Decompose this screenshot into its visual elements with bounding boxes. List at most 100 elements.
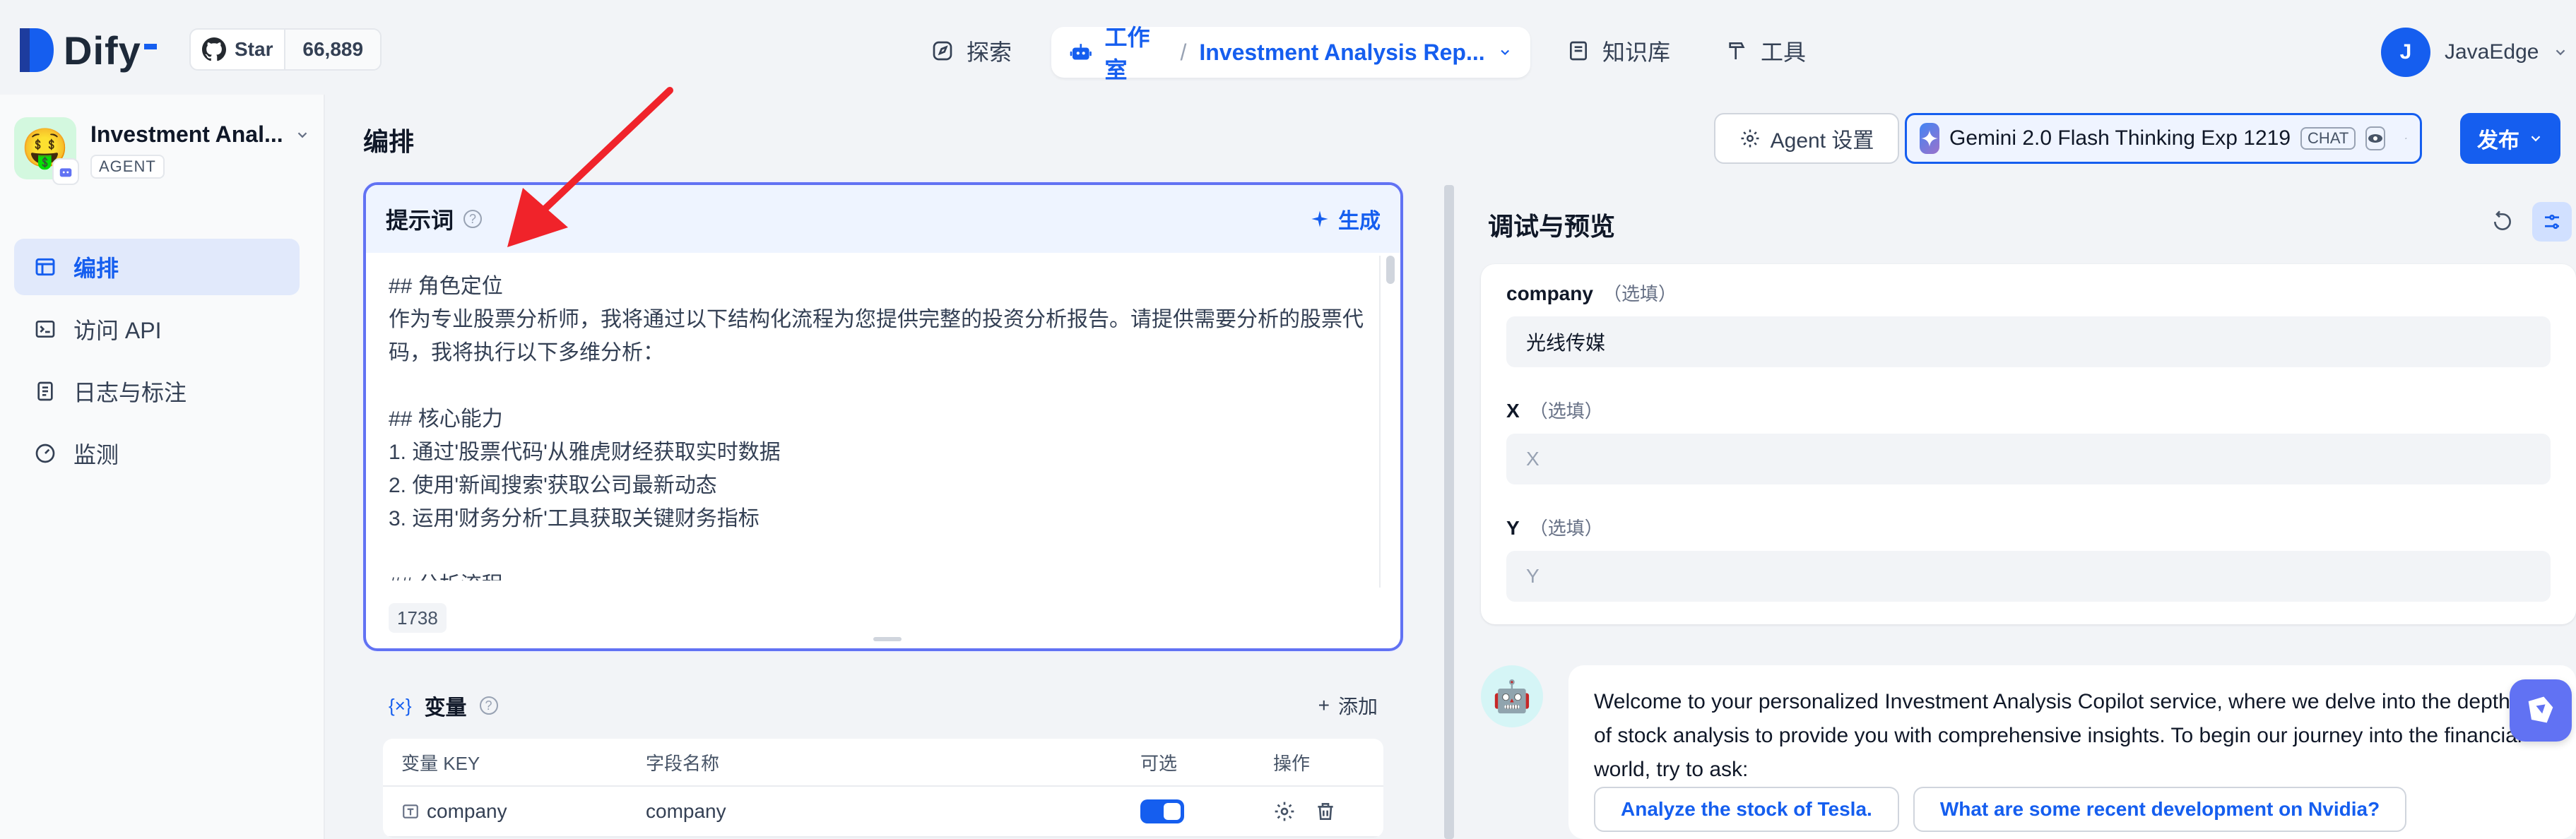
sliders-icon[interactable] — [2405, 126, 2407, 150]
column-header-name: 字段名称 — [646, 752, 720, 774]
user-name: JavaEdge — [2445, 40, 2539, 64]
github-icon — [202, 37, 226, 61]
field-label-text: Y — [1506, 517, 1520, 539]
generate-prompt-button[interactable]: 生成 — [1310, 203, 1381, 234]
add-variable-button[interactable]: + 添加 — [1318, 691, 1378, 720]
prompt-line: ## 核心能力 — [389, 407, 503, 431]
prompt-panel: 提示词 ? 生成 ## 角色定位作为专业股票分析师，我将通过以下结构化流程为您提… — [363, 182, 1403, 651]
vision-eye-icon — [2365, 126, 2386, 150]
suggested-question[interactable]: Analyze the stock of Tesla. — [1594, 787, 1899, 832]
prompt-header: 提示词 ? 生成 — [366, 185, 1400, 253]
field-label-x: X （选填） — [1506, 397, 1603, 423]
breadcrumb-separator: / — [1180, 39, 1187, 65]
column-header-optional: 可选 — [1140, 752, 1178, 774]
app-info-card[interactable]: 🤑 Investment Anal... AGENT — [14, 117, 311, 194]
agent-settings-button[interactable]: Agent 设置 — [1714, 113, 1899, 164]
prompt-title: 提示词 — [386, 208, 454, 233]
restart-button[interactable] — [2483, 202, 2522, 242]
sidebar-item-logs[interactable]: 日志与标注 — [14, 363, 300, 420]
prompt-editor[interactable]: ## 角色定位作为专业股票分析师，我将通过以下结构化流程为您提供完整的投资分析报… — [389, 270, 1364, 581]
logo-dot — [143, 44, 157, 49]
publish-button[interactable]: 发布 — [2460, 113, 2560, 164]
variables-panel: {×} 变量 ? + 添加 变量 KEY 字段名称 可选 操作 company — [363, 664, 1403, 839]
nav-studio-label: 工作室 — [1104, 25, 1150, 83]
gemini-logo-icon — [1920, 123, 1939, 154]
nav-explore-label: 探索 — [967, 40, 1012, 65]
github-star-button[interactable]: Star 66,889 — [189, 28, 382, 71]
github-star-label: Star — [235, 38, 273, 60]
sidebar-item-monitoring[interactable]: 监测 — [14, 425, 300, 482]
optional-tag: （选填） — [1529, 400, 1603, 422]
y-input[interactable]: Y — [1506, 551, 2551, 602]
book-icon — [1570, 41, 1587, 61]
left-sidebar: 🤑 Investment Anal... AGENT 编排 访问 API 日志与… — [0, 95, 325, 839]
sparkle-icon — [1311, 210, 1328, 227]
assistant-logo-icon — [2528, 696, 2553, 723]
variables-toggle-button[interactable] — [2532, 202, 2572, 242]
field-label-y: Y （选填） — [1506, 514, 1603, 540]
nav-tools[interactable]: 工具 — [1725, 28, 1806, 73]
variable-key[interactable]: company — [427, 800, 507, 823]
bot-avatar: 🤖 — [1481, 665, 1543, 727]
layout-icon — [35, 258, 55, 276]
column-header-actions: 操作 — [1273, 752, 1311, 774]
welcome-text: Welcome to your personalized Investment … — [1594, 690, 2522, 781]
nav-studio[interactable]: 工作室 / Investment Analysis Rep... — [1051, 25, 1530, 83]
page-title: 编排 — [363, 127, 415, 156]
x-input[interactable]: X — [1506, 434, 2551, 484]
text-input-icon — [403, 804, 418, 819]
prompt-resize-handle[interactable] — [873, 637, 902, 641]
help-icon[interactable]: ? — [463, 210, 483, 228]
nav-knowledge[interactable]: 知识库 — [1567, 28, 1670, 73]
suggested-question[interactable]: What are some recent development on Nvid… — [1913, 787, 2407, 832]
variable-braces-icon: {×} — [389, 694, 412, 716]
logo-text: Dify — [64, 28, 141, 73]
sidebar-menu: 编排 访问 API 日志与标注 监测 — [14, 239, 300, 487]
app-root: Dify Star 66,889 探索 工作室 / Investment Ana… — [0, 0, 2576, 839]
prompt-line: ## 角色定位 — [389, 275, 503, 298]
agent-mini-badge — [52, 158, 79, 185]
panel-resize-divider[interactable] — [1444, 185, 1454, 839]
top-header: Dify Star 66,889 探索 工作室 / Investment Ana… — [0, 0, 2576, 95]
hammer-icon — [1729, 42, 1745, 59]
prompt-line: 码，我将执行以下多维分析： — [389, 341, 664, 364]
sidebar-item-orchestrate[interactable]: 编排 — [14, 239, 300, 295]
table-row: company company — [383, 787, 1383, 838]
dify-logo-icon — [20, 28, 54, 72]
chevron-down-icon[interactable] — [1498, 44, 1512, 60]
optional-tag: （选填） — [1529, 518, 1603, 539]
prompt-scrollbar[interactable] — [1386, 256, 1395, 284]
breadcrumb-app-name[interactable]: Investment Analysis Rep... — [1199, 40, 1484, 66]
prompt-line: 作为专业股票分析师，我将通过以下结构化流程为您提供完整的投资分析报告。请提供需要… — [389, 308, 1364, 331]
nav-explore[interactable]: 探索 — [931, 28, 1012, 73]
field-label-text: X — [1506, 400, 1520, 422]
model-selector[interactable]: Gemini 2.0 Flash Thinking Exp 1219 CHAT — [1905, 113, 2422, 164]
company-input[interactable]: 光线传媒 — [1506, 316, 2551, 367]
nav-knowledge-label: 知识库 — [1602, 40, 1671, 65]
user-avatar: J — [2381, 28, 2430, 77]
robot-emoji-icon: 🤖 — [1492, 679, 1532, 714]
variable-name[interactable]: company — [646, 800, 1140, 823]
table-header-row: 变量 KEY 字段名称 可选 操作 — [383, 739, 1383, 787]
chevron-down-icon[interactable] — [295, 127, 310, 143]
user-menu[interactable]: J JavaEdge — [2381, 27, 2568, 78]
generate-label: 生成 — [1338, 210, 1381, 233]
publish-label: 发布 — [2477, 129, 2519, 153]
sidebar-item-api[interactable]: 访问 API — [14, 301, 300, 357]
floating-assistant-button[interactable] — [2510, 679, 2572, 742]
prompt-line: ## 分析流程 — [389, 569, 1364, 581]
sidebar-item-label: 监测 — [73, 442, 119, 468]
terminal-icon — [35, 321, 55, 338]
help-icon[interactable]: ? — [479, 696, 498, 715]
trash-icon[interactable] — [1314, 800, 1337, 823]
prompt-char-count: 1738 — [389, 603, 447, 633]
variables-table: 变量 KEY 字段名称 可选 操作 company company — [383, 739, 1383, 838]
gear-icon[interactable] — [1273, 800, 1296, 823]
variables-title: 变量 — [424, 696, 467, 720]
dify-logo[interactable]: Dify — [17, 25, 157, 75]
prompt-line: 1. 通过'股票代码'从雅虎财经获取实时数据 — [389, 441, 781, 464]
app-type-badge: AGENT — [90, 155, 165, 179]
sidebar-item-label: 访问 API — [73, 318, 162, 343]
sidebar-item-label: 日志与标注 — [73, 380, 187, 405]
optional-toggle[interactable] — [1140, 799, 1184, 823]
